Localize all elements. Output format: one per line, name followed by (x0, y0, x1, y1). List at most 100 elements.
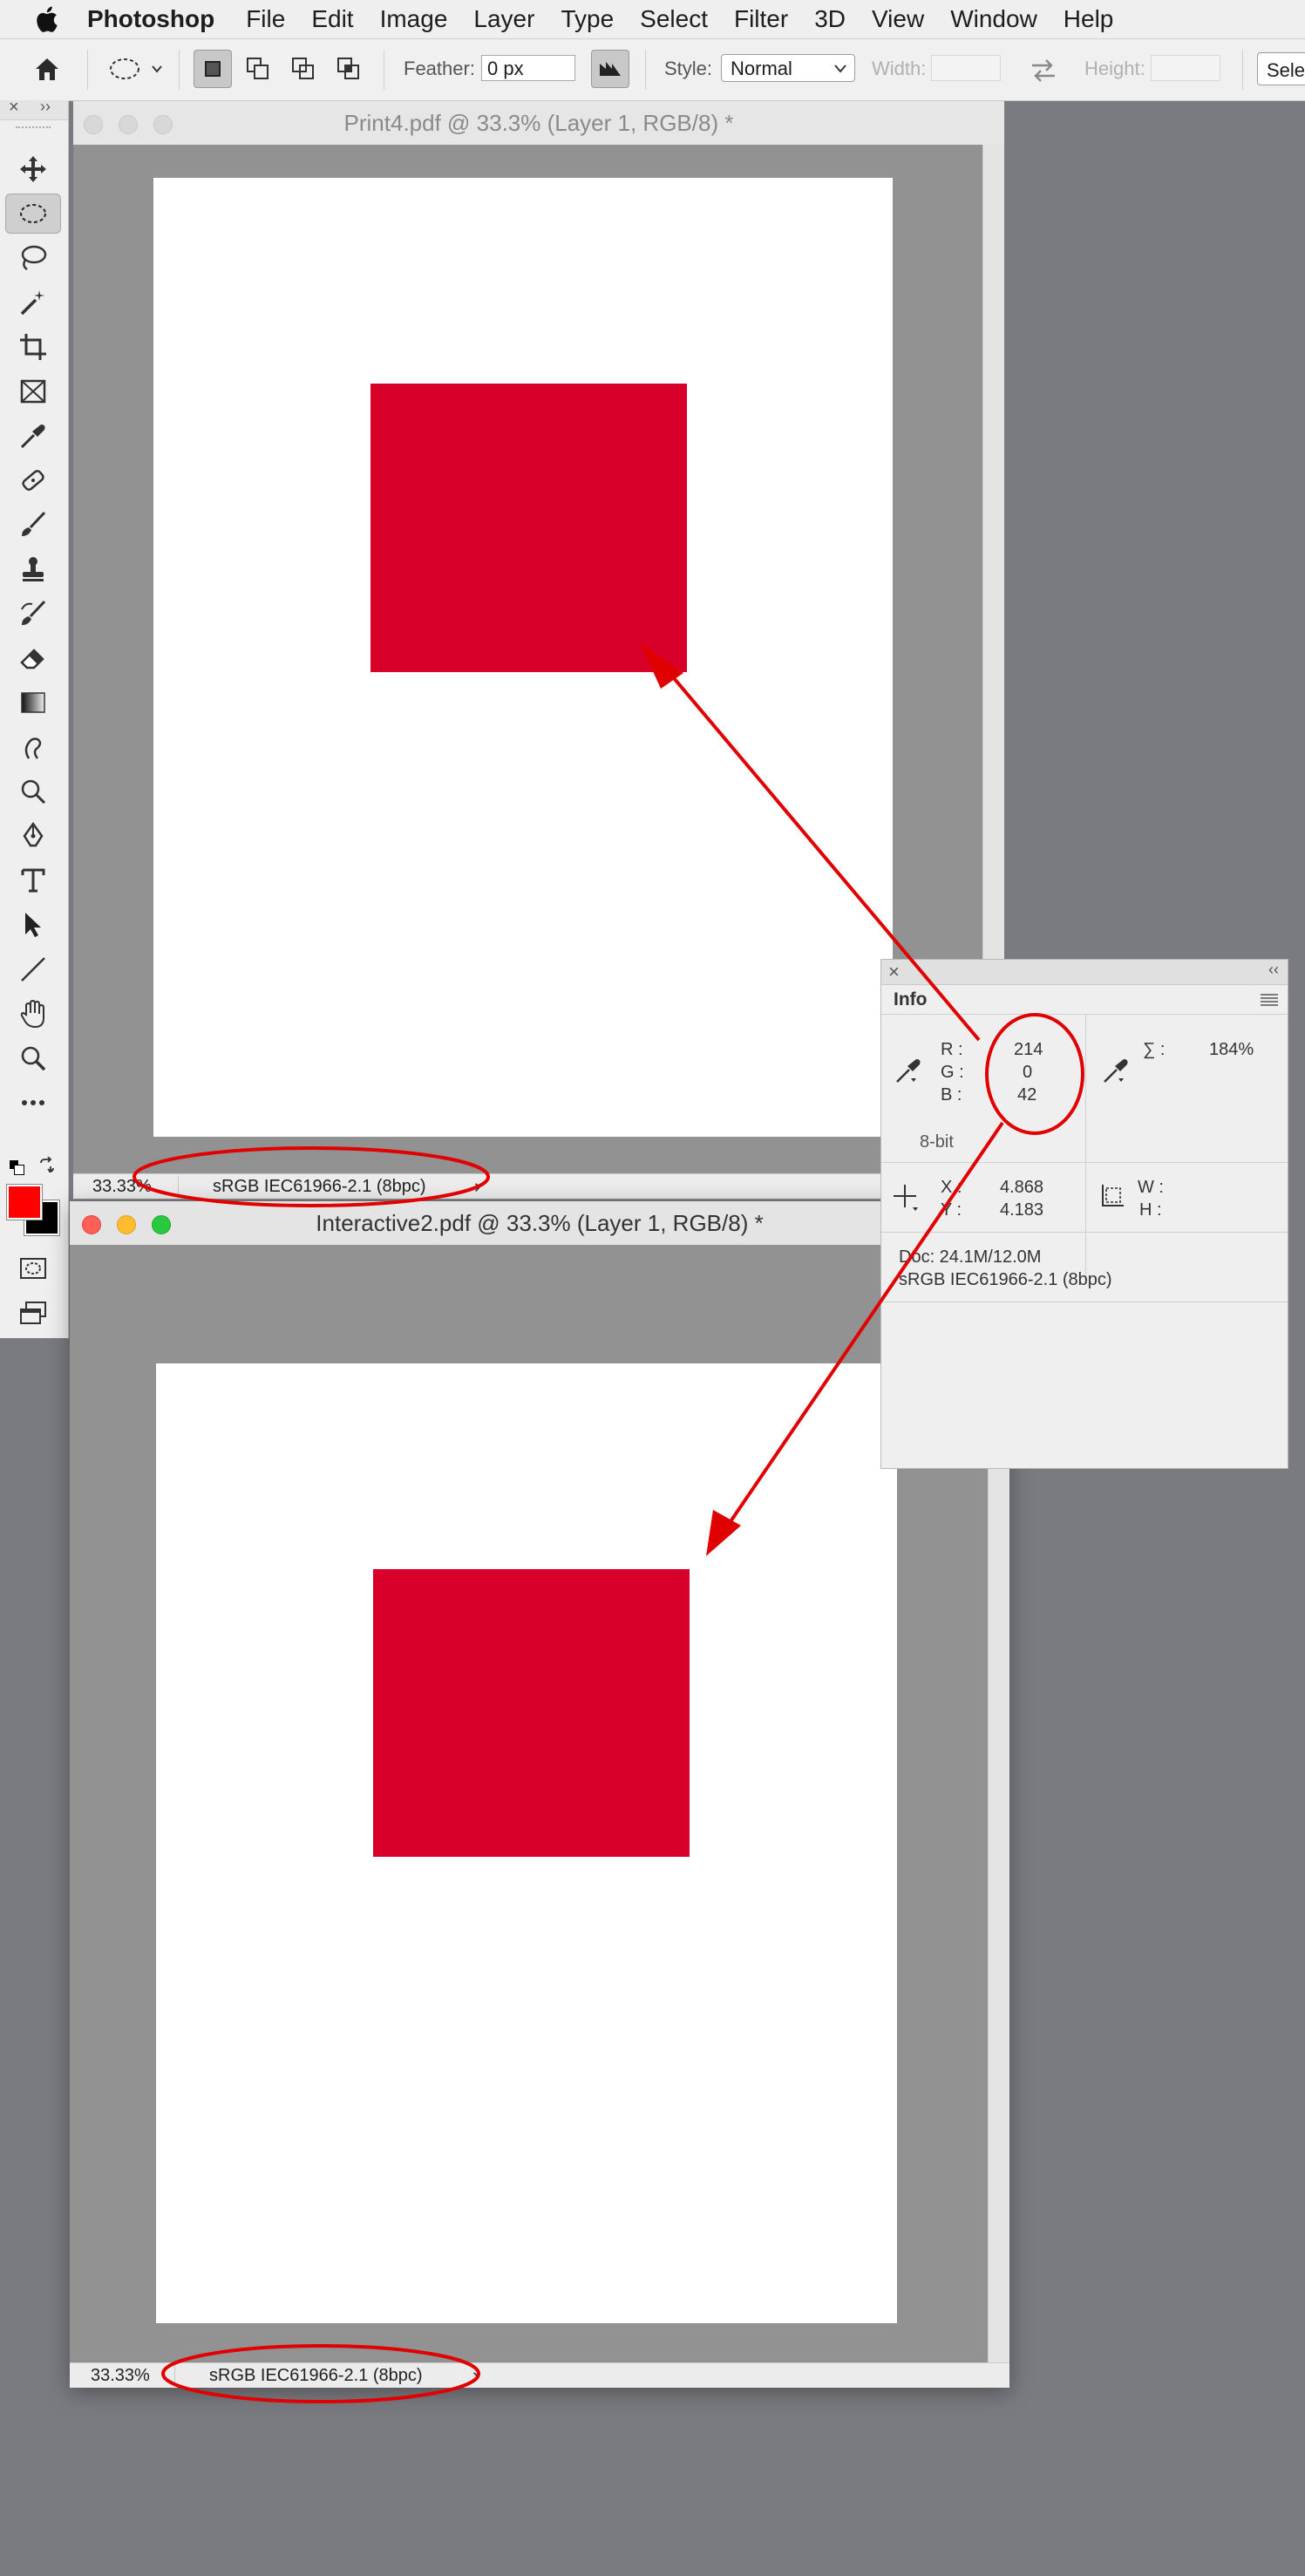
frame-tool[interactable] (5, 371, 61, 411)
artboard-page[interactable] (156, 1363, 897, 2323)
add-to-selection-button[interactable] (239, 50, 277, 88)
quick-mask-button[interactable] (5, 1248, 61, 1288)
default-colors-icon[interactable] (9, 1159, 24, 1175)
clone-stamp-tool[interactable] (5, 549, 61, 589)
edit-toolbar-button[interactable] (5, 1083, 61, 1123)
frame-icon (20, 379, 46, 404)
minimize-window-button[interactable] (117, 1215, 136, 1234)
lasso-tool[interactable] (5, 238, 61, 278)
red-value: 214 (1014, 1040, 1043, 1059)
height-input[interactable] (1151, 55, 1220, 81)
close-panel-icon[interactable]: × (9, 98, 19, 118)
home-button[interactable] (28, 50, 66, 88)
menu-view[interactable]: View (872, 5, 924, 33)
hand-tool[interactable] (5, 994, 61, 1034)
menu-window[interactable]: Window (950, 5, 1037, 33)
lasso-icon (21, 245, 47, 270)
menu-bar: Photoshop File Edit Image Layer Type Sel… (0, 0, 1305, 39)
document-profile: sRGB IEC61966-2.1 (8bpc) (209, 2366, 423, 2385)
menu-layer[interactable]: Layer (473, 5, 534, 33)
zoom-window-button[interactable] (152, 1215, 171, 1234)
anti-alias-toggle[interactable] (591, 50, 629, 88)
document-canvas[interactable] (70, 1245, 989, 2362)
swap-colors-icon[interactable] (38, 1157, 56, 1174)
menu-type[interactable]: Type (561, 5, 614, 33)
document-canvas[interactable] (73, 145, 983, 1173)
foreground-color-swatch[interactable] (6, 1184, 43, 1220)
collapse-panel-icon[interactable]: ‹‹ (1268, 961, 1279, 979)
y-label: Y : (941, 1200, 962, 1220)
dodge-icon (21, 779, 46, 805)
more-dots-icon (22, 1100, 44, 1105)
minimize-window-button[interactable] (119, 115, 138, 134)
blur-tool[interactable] (5, 727, 61, 767)
eyedropper-icon[interactable] (1101, 1056, 1131, 1085)
red-square-shape[interactable] (370, 384, 687, 672)
eyedropper-icon[interactable] (894, 1056, 923, 1085)
screen-mode-icon (20, 1302, 46, 1324)
green-value: 0 (1023, 1063, 1033, 1082)
close-window-button[interactable] (84, 115, 103, 134)
close-panel-icon[interactable]: × (888, 961, 900, 983)
eyedropper-tool[interactable] (5, 416, 61, 456)
document-size: Doc: 24.1M/12.0M (899, 1247, 1042, 1267)
artboard-page[interactable] (153, 178, 893, 1137)
brush-tool[interactable] (5, 505, 61, 545)
feather-input[interactable]: 0 px (481, 55, 575, 81)
menu-select[interactable]: Select (640, 5, 708, 33)
intersect-selection-button[interactable] (330, 50, 368, 88)
document-titlebar: Print4.pdf @ 33.3% (Layer 1, RGB/8) * (73, 101, 1004, 146)
style-select[interactable]: Normal (721, 54, 855, 82)
healing-brush-tool[interactable] (5, 460, 61, 500)
tool-preset-picker[interactable] (99, 50, 169, 88)
status-menu-chevron[interactable]: › (474, 1174, 480, 1199)
green-label: G : (941, 1063, 964, 1082)
width-input[interactable] (931, 55, 1001, 81)
zoom-tool[interactable] (5, 1038, 61, 1078)
dodge-tool[interactable] (5, 771, 61, 812)
move-tool[interactable] (5, 149, 61, 189)
select-and-mask-button[interactable]: Sele (1257, 52, 1305, 85)
menu-filter[interactable]: Filter (734, 5, 788, 33)
status-menu-chevron[interactable]: › (472, 2363, 479, 2388)
swap-width-height-icon[interactable] (1029, 57, 1058, 83)
zoom-window-button[interactable] (153, 115, 173, 134)
type-tool[interactable] (5, 860, 61, 901)
gradient-tool[interactable] (5, 683, 61, 723)
elliptical-marquee-preset-icon (110, 58, 162, 79)
menu-edit[interactable]: Edit (311, 5, 353, 33)
menu-image[interactable]: Image (380, 5, 448, 33)
zoom-level[interactable]: 33.33% (91, 2363, 150, 2388)
quick-mask-icon (20, 1258, 46, 1279)
new-selection-button[interactable] (194, 50, 232, 88)
history-brush-tool[interactable] (5, 594, 61, 634)
blue-value: 42 (1017, 1085, 1037, 1104)
close-window-button[interactable] (82, 1215, 101, 1234)
menu-app-photoshop[interactable]: Photoshop (87, 5, 214, 33)
crop-tool[interactable] (5, 327, 61, 367)
apple-icon[interactable] (35, 4, 61, 34)
line-icon (21, 957, 45, 982)
pen-tool[interactable] (5, 816, 61, 856)
menu-file[interactable]: File (246, 5, 285, 33)
menu-help[interactable]: Help (1064, 5, 1114, 33)
menu-3d[interactable]: 3D (814, 5, 846, 33)
crosshair-icon[interactable] (892, 1183, 921, 1213)
bit-depth: 8-bit (920, 1132, 954, 1152)
red-square-shape[interactable] (373, 1569, 690, 1857)
subtract-from-selection-button[interactable] (284, 50, 323, 88)
document-profile: sRGB IEC61966-2.1 (8bpc) (213, 1177, 426, 1196)
elliptical-marquee-tool[interactable] (5, 194, 61, 234)
eraser-tool[interactable] (5, 638, 61, 678)
magic-wand-tool[interactable] (5, 282, 61, 323)
line-tool[interactable] (5, 949, 61, 989)
screen-mode-button[interactable] (5, 1293, 61, 1333)
zoom-level[interactable]: 33.33% (92, 1174, 152, 1199)
info-tab[interactable]: Info (894, 989, 927, 1010)
expand-panel-icon[interactable]: ›› (40, 98, 51, 116)
bandage-icon (22, 470, 44, 491)
hand-icon (20, 999, 44, 1029)
path-selection-tool[interactable] (5, 905, 61, 945)
toolbar-grip[interactable] (16, 126, 51, 133)
panel-menu-icon[interactable] (1260, 993, 1279, 1007)
